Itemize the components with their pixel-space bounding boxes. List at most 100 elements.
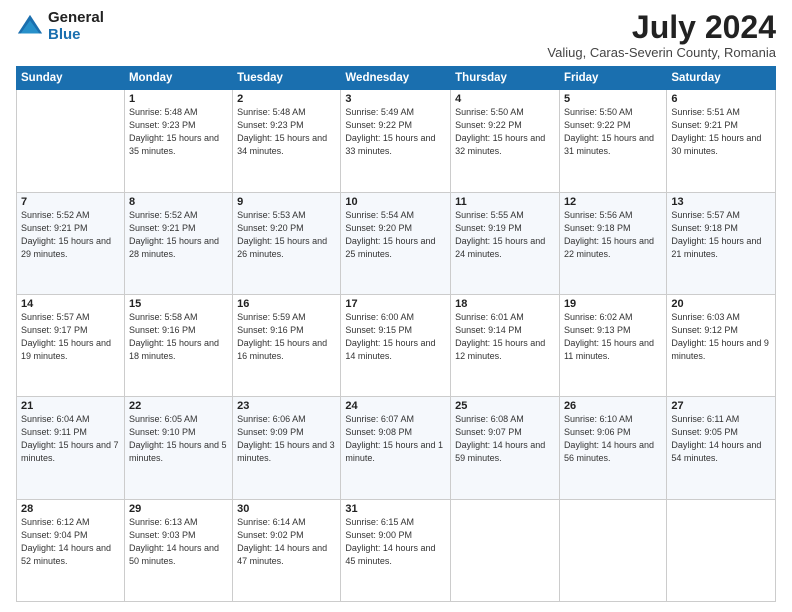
- calendar-cell: 18 Sunrise: 6:01 AMSunset: 9:14 PMDaylig…: [451, 294, 560, 396]
- day-info: Sunrise: 6:12 AMSunset: 9:04 PMDaylight:…: [21, 516, 120, 568]
- title-block: July 2024 Valiug, Caras-Severin County, …: [547, 10, 776, 60]
- day-number: 20: [671, 298, 771, 310]
- day-info: Sunrise: 5:57 AMSunset: 9:17 PMDaylight:…: [21, 311, 120, 363]
- day-number: 8: [129, 196, 228, 208]
- day-info: Sunrise: 6:10 AMSunset: 9:06 PMDaylight:…: [564, 413, 662, 465]
- day-number: 15: [129, 298, 228, 310]
- calendar-cell: 12 Sunrise: 5:56 AMSunset: 9:18 PMDaylig…: [559, 192, 666, 294]
- day-number: 27: [671, 400, 771, 412]
- day-info: Sunrise: 6:01 AMSunset: 9:14 PMDaylight:…: [455, 311, 555, 363]
- day-number: 23: [237, 400, 336, 412]
- day-info: Sunrise: 5:48 AMSunset: 9:23 PMDaylight:…: [129, 106, 228, 158]
- calendar-cell: [667, 499, 776, 601]
- calendar-week-row: 28 Sunrise: 6:12 AMSunset: 9:04 PMDaylig…: [17, 499, 776, 601]
- day-number: 19: [564, 298, 662, 310]
- day-info: Sunrise: 5:56 AMSunset: 9:18 PMDaylight:…: [564, 209, 662, 261]
- calendar-cell: 6 Sunrise: 5:51 AMSunset: 9:21 PMDayligh…: [667, 90, 776, 192]
- calendar-cell: 10 Sunrise: 5:54 AMSunset: 9:20 PMDaylig…: [341, 192, 451, 294]
- calendar-cell: 11 Sunrise: 5:55 AMSunset: 9:19 PMDaylig…: [451, 192, 560, 294]
- day-info: Sunrise: 5:51 AMSunset: 9:21 PMDaylight:…: [671, 106, 771, 158]
- day-info: Sunrise: 5:49 AMSunset: 9:22 PMDaylight:…: [345, 106, 446, 158]
- calendar-cell: 30 Sunrise: 6:14 AMSunset: 9:02 PMDaylig…: [233, 499, 341, 601]
- day-number: 4: [455, 93, 555, 105]
- day-info: Sunrise: 5:59 AMSunset: 9:16 PMDaylight:…: [237, 311, 336, 363]
- day-number: 6: [671, 93, 771, 105]
- weekday-header-row: SundayMondayTuesdayWednesdayThursdayFrid…: [17, 67, 776, 90]
- day-number: 1: [129, 93, 228, 105]
- calendar-cell: 2 Sunrise: 5:48 AMSunset: 9:23 PMDayligh…: [233, 90, 341, 192]
- calendar-cell: [559, 499, 666, 601]
- calendar-cell: 22 Sunrise: 6:05 AMSunset: 9:10 PMDaylig…: [124, 397, 232, 499]
- logo-general: General: [48, 10, 104, 27]
- day-info: Sunrise: 6:03 AMSunset: 9:12 PMDaylight:…: [671, 311, 771, 363]
- day-info: Sunrise: 5:57 AMSunset: 9:18 PMDaylight:…: [671, 209, 771, 261]
- logo-text: General Blue: [48, 10, 104, 43]
- weekday-header-wednesday: Wednesday: [341, 67, 451, 90]
- calendar-week-row: 14 Sunrise: 5:57 AMSunset: 9:17 PMDaylig…: [17, 294, 776, 396]
- day-number: 3: [345, 93, 446, 105]
- day-number: 25: [455, 400, 555, 412]
- day-info: Sunrise: 6:13 AMSunset: 9:03 PMDaylight:…: [129, 516, 228, 568]
- calendar-cell: 1 Sunrise: 5:48 AMSunset: 9:23 PMDayligh…: [124, 90, 232, 192]
- logo-icon: [16, 13, 44, 41]
- day-info: Sunrise: 6:02 AMSunset: 9:13 PMDaylight:…: [564, 311, 662, 363]
- day-number: 7: [21, 196, 120, 208]
- weekday-header-saturday: Saturday: [667, 67, 776, 90]
- day-info: Sunrise: 6:00 AMSunset: 9:15 PMDaylight:…: [345, 311, 446, 363]
- calendar-table: SundayMondayTuesdayWednesdayThursdayFrid…: [16, 66, 776, 602]
- day-number: 11: [455, 196, 555, 208]
- day-info: Sunrise: 5:50 AMSunset: 9:22 PMDaylight:…: [564, 106, 662, 158]
- calendar-week-row: 1 Sunrise: 5:48 AMSunset: 9:23 PMDayligh…: [17, 90, 776, 192]
- day-number: 2: [237, 93, 336, 105]
- day-number: 31: [345, 503, 446, 515]
- calendar-week-row: 21 Sunrise: 6:04 AMSunset: 9:11 PMDaylig…: [17, 397, 776, 499]
- calendar-cell: 4 Sunrise: 5:50 AMSunset: 9:22 PMDayligh…: [451, 90, 560, 192]
- day-number: 13: [671, 196, 771, 208]
- day-number: 18: [455, 298, 555, 310]
- calendar-cell: [17, 90, 125, 192]
- page: General Blue July 2024 Valiug, Caras-Sev…: [0, 0, 792, 612]
- calendar-cell: 25 Sunrise: 6:08 AMSunset: 9:07 PMDaylig…: [451, 397, 560, 499]
- weekday-header-friday: Friday: [559, 67, 666, 90]
- day-info: Sunrise: 6:05 AMSunset: 9:10 PMDaylight:…: [129, 413, 228, 465]
- day-info: Sunrise: 6:04 AMSunset: 9:11 PMDaylight:…: [21, 413, 120, 465]
- calendar-cell: 26 Sunrise: 6:10 AMSunset: 9:06 PMDaylig…: [559, 397, 666, 499]
- day-info: Sunrise: 5:50 AMSunset: 9:22 PMDaylight:…: [455, 106, 555, 158]
- day-info: Sunrise: 6:15 AMSunset: 9:00 PMDaylight:…: [345, 516, 446, 568]
- calendar-cell: 5 Sunrise: 5:50 AMSunset: 9:22 PMDayligh…: [559, 90, 666, 192]
- day-number: 29: [129, 503, 228, 515]
- weekday-header-monday: Monday: [124, 67, 232, 90]
- day-info: Sunrise: 5:48 AMSunset: 9:23 PMDaylight:…: [237, 106, 336, 158]
- header: General Blue July 2024 Valiug, Caras-Sev…: [16, 10, 776, 60]
- day-info: Sunrise: 5:53 AMSunset: 9:20 PMDaylight:…: [237, 209, 336, 261]
- calendar-cell: 13 Sunrise: 5:57 AMSunset: 9:18 PMDaylig…: [667, 192, 776, 294]
- day-info: Sunrise: 5:52 AMSunset: 9:21 PMDaylight:…: [129, 209, 228, 261]
- logo-blue-text: Blue: [48, 27, 104, 44]
- calendar-cell: 24 Sunrise: 6:07 AMSunset: 9:08 PMDaylig…: [341, 397, 451, 499]
- calendar-cell: 16 Sunrise: 5:59 AMSunset: 9:16 PMDaylig…: [233, 294, 341, 396]
- calendar-cell: [451, 499, 560, 601]
- day-number: 28: [21, 503, 120, 515]
- calendar-cell: 7 Sunrise: 5:52 AMSunset: 9:21 PMDayligh…: [17, 192, 125, 294]
- calendar-week-row: 7 Sunrise: 5:52 AMSunset: 9:21 PMDayligh…: [17, 192, 776, 294]
- day-info: Sunrise: 6:11 AMSunset: 9:05 PMDaylight:…: [671, 413, 771, 465]
- day-number: 5: [564, 93, 662, 105]
- day-number: 21: [21, 400, 120, 412]
- day-number: 16: [237, 298, 336, 310]
- calendar-cell: 21 Sunrise: 6:04 AMSunset: 9:11 PMDaylig…: [17, 397, 125, 499]
- calendar-cell: 27 Sunrise: 6:11 AMSunset: 9:05 PMDaylig…: [667, 397, 776, 499]
- day-number: 22: [129, 400, 228, 412]
- day-number: 30: [237, 503, 336, 515]
- day-number: 9: [237, 196, 336, 208]
- day-info: Sunrise: 6:07 AMSunset: 9:08 PMDaylight:…: [345, 413, 446, 465]
- weekday-header-sunday: Sunday: [17, 67, 125, 90]
- calendar-cell: 20 Sunrise: 6:03 AMSunset: 9:12 PMDaylig…: [667, 294, 776, 396]
- calendar-cell: 8 Sunrise: 5:52 AMSunset: 9:21 PMDayligh…: [124, 192, 232, 294]
- day-number: 24: [345, 400, 446, 412]
- day-number: 26: [564, 400, 662, 412]
- day-number: 17: [345, 298, 446, 310]
- calendar-cell: 28 Sunrise: 6:12 AMSunset: 9:04 PMDaylig…: [17, 499, 125, 601]
- day-info: Sunrise: 5:58 AMSunset: 9:16 PMDaylight:…: [129, 311, 228, 363]
- day-info: Sunrise: 5:55 AMSunset: 9:19 PMDaylight:…: [455, 209, 555, 261]
- day-info: Sunrise: 5:54 AMSunset: 9:20 PMDaylight:…: [345, 209, 446, 261]
